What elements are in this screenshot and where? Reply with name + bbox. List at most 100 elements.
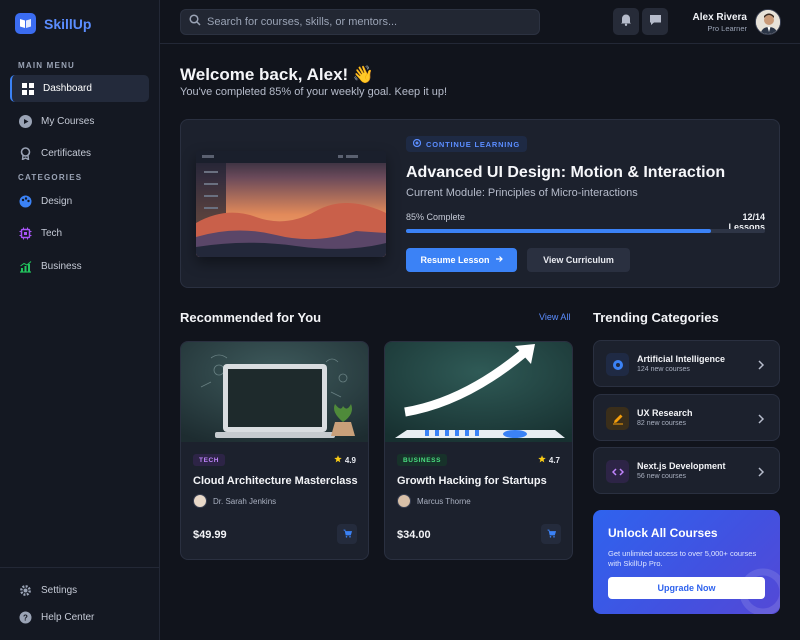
view-all-link[interactable]: View All [539,312,570,322]
course-tag: TECH [193,454,226,466]
promo-title: Unlock All Courses [608,526,718,540]
sidebar: SkillUp MAIN MENU Dashboard My Courses C… [0,0,160,640]
sidebar-divider [0,567,160,568]
sidebar-item-dashboard[interactable]: Dashboard [10,75,149,102]
palette-icon [19,195,32,208]
progress-fill [406,229,712,233]
view-curriculum-button[interactable]: View Curriculum [527,248,630,272]
course-image [181,342,368,442]
user-name[interactable]: Alex Rivera [693,12,747,23]
sidebar-item-label: Tech [41,228,63,239]
grid-icon [21,82,34,95]
trending-name: Next.js Development [637,461,726,471]
search-icon [189,13,201,31]
chevron-right-icon [757,464,765,482]
sidebar-item-business[interactable]: Business [10,253,149,280]
user-role: Pro Learner [707,24,747,33]
course-author: Marcus Thorne [397,494,471,508]
trending-item-ai[interactable]: Artificial Intelligence 124 new courses [593,340,780,387]
recommended-title: Recommended for You [180,310,322,325]
continue-learning-pill: CONTINUE LEARNING [406,136,528,152]
svg-text:?: ? [23,614,28,623]
brand-name: SkillUp [44,15,92,32]
trending-item-nextjs[interactable]: Next.js Development 56 new courses [593,447,780,494]
resume-lesson-button[interactable]: Resume Lesson [406,248,517,272]
course-tag: BUSINESS [397,454,448,466]
brand-logo[interactable]: SkillUp [15,13,91,34]
trending-name: UX Research [637,408,693,418]
course-price: $49.99 [193,529,227,541]
sidebar-item-design[interactable]: Design [10,188,149,215]
avatar[interactable] [755,9,781,35]
author-name: Dr. Sarah Jenkins [213,496,277,506]
chevron-right-icon [757,357,765,375]
chevron-right-icon [757,411,765,429]
star-icon [334,455,342,465]
play-circle-icon [19,115,32,128]
target-icon [412,138,422,149]
course-title: Advanced UI Design: Motion & Interaction [406,164,726,181]
course-card[interactable]: BUSINESS 4.7 Growth Hacking for Startups… [384,341,573,560]
rating-value: 4.9 [344,455,356,465]
arrow-right-icon [495,255,503,265]
course-rating: 4.9 [334,455,356,465]
notifications-button[interactable] [613,8,639,35]
course-card[interactable]: TECH 4.9 Cloud Architecture Masterclass … [180,341,369,560]
sidebar-item-label: My Courses [41,116,95,127]
avatar [193,494,207,508]
course-image [385,342,572,442]
trending-name: Artificial Intelligence [637,354,726,364]
progress-percent: 85% Complete [406,212,466,222]
sidebar-item-settings[interactable]: Settings [10,577,149,604]
sidebar-item-label: Design [41,196,73,207]
chat-icon [649,13,662,31]
author-name: Marcus Thorne [417,496,471,506]
sidebar-item-tech[interactable]: Tech [10,220,149,247]
upgrade-promo-card: Unlock All Courses Get unlimited access … [593,510,780,614]
upgrade-now-button[interactable]: Upgrade Now [608,577,765,599]
course-price: $34.00 [397,529,431,541]
search-input[interactable] [207,16,527,28]
rating-value: 4.7 [548,455,560,465]
book-icon [15,13,36,34]
add-to-cart-button[interactable] [337,524,357,544]
current-module: Current Module: Principles of Micro-inte… [406,187,638,199]
gear-icon [19,584,32,597]
messages-button[interactable] [642,8,668,35]
sidebar-item-label: Business [41,261,82,272]
page-subtitle: You've completed 85% of your weekly goal… [180,86,448,98]
course-author: Dr. Sarah Jenkins [193,494,276,508]
course-thumbnail[interactable] [196,151,386,257]
sidebar-item-certificates[interactable]: Certificates [10,140,149,167]
promo-text: Get unlimited access to over 5,000+ cour… [608,549,757,568]
help-icon: ? [19,611,32,624]
avatar [397,494,411,508]
course-rating: 4.7 [538,455,560,465]
sidebar-item-label: Dashboard [43,83,92,94]
star-icon [538,455,546,465]
trending-item-ux-research[interactable]: UX Research 82 new courses [593,394,780,441]
topbar: Alex Rivera Pro Learner [160,0,800,44]
search-box[interactable] [180,9,540,35]
sidebar-item-label: Help Center [41,612,95,623]
main-menu-label: MAIN MENU [18,61,76,70]
brain-icon [606,353,629,376]
sidebar-item-label: Settings [41,585,78,596]
trending-count: 82 new courses [637,420,687,427]
categories-label: CATEGORIES [18,173,83,182]
add-to-cart-button[interactable] [541,524,561,544]
sidebar-item-my-courses[interactable]: My Courses [10,108,149,135]
award-icon [19,147,32,160]
sidebar-item-help-center[interactable]: ? Help Center [10,604,149,631]
continue-learning-card: CONTINUE LEARNING Advanced UI Design: Mo… [180,119,780,288]
code-icon [606,460,629,483]
page-title: Welcome back, Alex! 👋 [180,65,375,84]
progress-bar [406,229,765,233]
cart-icon [547,525,556,543]
resume-lesson-label: Resume Lesson [420,255,490,265]
trending-title: Trending Categories [593,310,719,325]
bell-icon [620,13,632,31]
pill-label: CONTINUE LEARNING [426,139,521,149]
pencil-icon [606,407,629,430]
course-title: Growth Hacking for Startups [397,475,547,487]
